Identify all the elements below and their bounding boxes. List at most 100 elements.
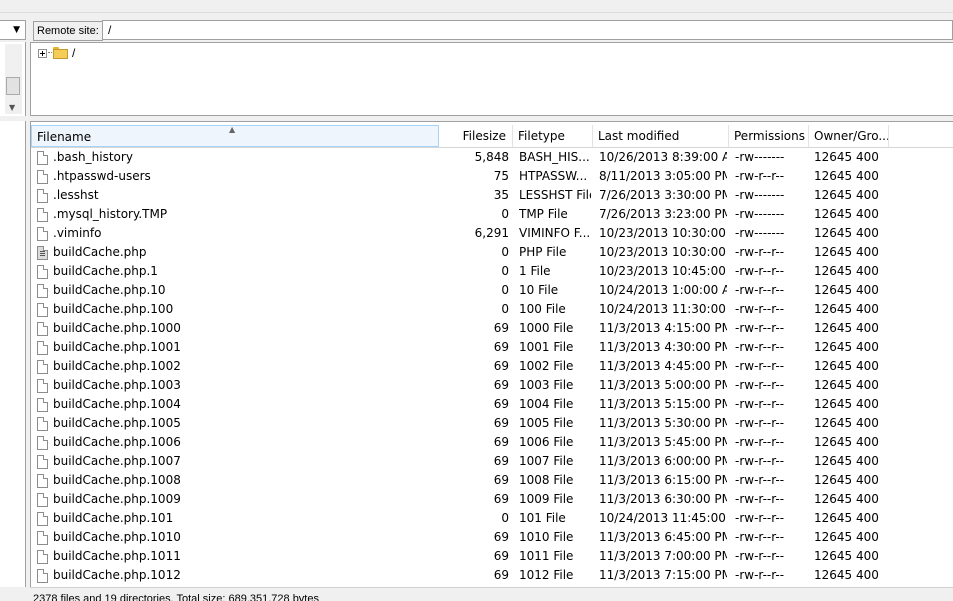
file-name-cell: buildCache.php.1007 <box>37 452 437 471</box>
file-name-cell: buildCache.php.10 <box>37 281 437 300</box>
file-name-cell: .htpasswd-users <box>37 167 437 186</box>
file-permissions: -rw-r--r-- <box>735 416 785 430</box>
tree-node-root[interactable]: / <box>38 45 75 61</box>
file-permissions: -rw-r--r-- <box>735 397 785 411</box>
file-permissions: -rw-r--r-- <box>735 264 785 278</box>
file-name: .lesshst <box>53 188 99 202</box>
file-modified: 11/3/2013 4:15:00 PM <box>599 321 727 335</box>
file-type: LESSHST File <box>519 188 591 202</box>
file-size: 6,291 <box>474 226 509 240</box>
file-size: 69 <box>493 454 509 468</box>
file-owner-group: 12645 400 <box>814 549 879 563</box>
file-permissions: -rw-r--r-- <box>735 378 785 392</box>
file-row[interactable]: buildCache.php.1001 69 1001 File 11/3/2013 … <box>31 338 953 357</box>
local-tree-scrollbar[interactable]: ▼ <box>5 44 22 114</box>
file-row[interactable]: .lesshst 35 LESSHST File 7/26/2013 3:30:00 … <box>31 186 953 205</box>
file-owner-group: 12645 400 <box>814 283 879 297</box>
file-permissions: -rw-r--r-- <box>735 473 785 487</box>
column-header-filesize[interactable]: Filesize <box>439 125 513 147</box>
file-modified: 10/26/2013 8:39:00 AM <box>599 150 727 164</box>
file-permissions: -rw-r--r-- <box>735 302 785 316</box>
file-icon <box>37 435 48 450</box>
file-row[interactable]: buildCache.php 0 PHP File 10/23/2013 10:30:… <box>31 243 953 262</box>
file-size: 5,848 <box>474 150 509 164</box>
file-row[interactable]: buildCache.php.1004 69 1004 File 11/3/2013 … <box>31 395 953 414</box>
chevron-down-icon[interactable]: ▼ <box>13 26 20 35</box>
file-icon <box>37 226 48 241</box>
file-owner-group: 12645 400 <box>814 530 879 544</box>
folder-icon <box>53 47 68 59</box>
file-row[interactable]: buildCache.php.1 0 1 File 10/23/2013 10:45:… <box>31 262 953 281</box>
tree-expand-icon[interactable] <box>38 48 47 58</box>
file-icon <box>37 264 48 279</box>
file-modified: 10/24/2013 11:30:00 P... <box>599 302 727 316</box>
file-row[interactable]: .htpasswd-users 75 HTPASSW... 8/11/2013 3:0… <box>31 167 953 186</box>
file-type: 1005 File <box>519 416 574 430</box>
file-row[interactable]: buildCache.php.1007 69 1007 File 11/3/2013 … <box>31 452 953 471</box>
file-type: BASH_HIS... <box>519 150 590 164</box>
column-header-filename[interactable]: ▲ Filename <box>31 125 439 147</box>
remote-path-input[interactable]: / <box>102 20 953 40</box>
file-type: 1000 File <box>519 321 574 335</box>
file-type: 1007 File <box>519 454 574 468</box>
file-name: buildCache.php.100 <box>53 302 174 316</box>
file-row[interactable]: buildCache.php.1003 69 1003 File 11/3/2013 … <box>31 376 953 395</box>
file-row[interactable]: .viminfo 6,291 VIMINFO F... 10/23/2013 10:3… <box>31 224 953 243</box>
column-header-filetype[interactable]: Filetype <box>513 125 593 147</box>
file-owner-group: 12645 400 <box>814 226 879 240</box>
column-header-permissions[interactable]: Permissions <box>729 125 809 147</box>
file-permissions: -rw-r--r-- <box>735 283 785 297</box>
file-type: 1001 File <box>519 340 574 354</box>
file-row[interactable]: buildCache.php.10 0 10 File 10/24/2013 1:00… <box>31 281 953 300</box>
php-file-icon <box>37 245 48 260</box>
file-type: 101 File <box>519 511 566 525</box>
file-icon <box>37 188 48 203</box>
file-row[interactable]: buildCache.php.1011 69 1011 File 11/3/2013 … <box>31 547 953 566</box>
file-row[interactable]: .mysql_history.TMP 0 TMP File 7/26/2013 3:2… <box>31 205 953 224</box>
column-header-last-modified[interactable]: Last modified <box>593 125 729 147</box>
file-type: TMP File <box>519 207 568 221</box>
scrollbar-thumb[interactable] <box>6 77 20 95</box>
file-name-cell: buildCache.php.100 <box>37 300 437 319</box>
remote-site-label: Remote site: <box>33 21 103 41</box>
file-row[interactable]: buildCache.php.1006 69 1006 File 11/3/2013 … <box>31 433 953 452</box>
scroll-down-arrow-icon[interactable]: ▼ <box>9 103 15 112</box>
file-name-cell: buildCache.php.1002 <box>37 357 437 376</box>
file-type: 1002 File <box>519 359 574 373</box>
file-row[interactable]: buildCache.php.101 0 101 File 10/24/2013 11… <box>31 509 953 528</box>
file-modified: 11/3/2013 5:00:00 PM <box>599 378 727 392</box>
file-name-cell: buildCache.php.1001 <box>37 338 437 357</box>
file-permissions: -rw-r--r-- <box>735 568 785 582</box>
file-owner-group: 12645 400 <box>814 492 879 506</box>
file-row[interactable]: buildCache.php.1000 69 1000 File 11/3/2013 … <box>31 319 953 338</box>
file-row[interactable]: buildCache.php.1010 69 1010 File 11/3/2013 … <box>31 528 953 547</box>
file-row[interactable]: buildCache.php.1012 69 1012 File 11/3/2013 … <box>31 566 953 585</box>
local-site-combo[interactable]: ▼ <box>0 20 26 40</box>
file-icon <box>37 549 48 564</box>
file-icon <box>37 492 48 507</box>
column-header-owner-group[interactable]: Owner/Gro... <box>809 125 889 147</box>
file-size: 0 <box>501 302 509 316</box>
file-type: 1008 File <box>519 473 574 487</box>
file-size: 69 <box>493 530 509 544</box>
file-name: .viminfo <box>53 226 102 240</box>
local-file-list <box>0 121 26 587</box>
file-row[interactable]: buildCache.php.1008 69 1008 File 11/3/2013 … <box>31 471 953 490</box>
file-permissions: -rw-r--r-- <box>735 169 785 183</box>
file-permissions: -rw------- <box>735 207 785 221</box>
file-icon <box>37 568 48 583</box>
column-header-label: Last modified <box>598 129 680 143</box>
file-row[interactable]: buildCache.php.1009 69 1009 File 11/3/2013 … <box>31 490 953 509</box>
file-modified: 11/3/2013 6:30:00 PM <box>599 492 727 506</box>
file-row[interactable]: .bash_history 5,848 BASH_HIS... 10/26/2013 … <box>31 148 953 167</box>
column-header-label: Filename <box>37 130 92 144</box>
file-row[interactable]: buildCache.php.1002 69 1002 File 11/3/2013 … <box>31 357 953 376</box>
file-size: 69 <box>493 549 509 563</box>
file-icon <box>37 511 48 526</box>
file-row[interactable]: buildCache.php.1005 69 1005 File 11/3/2013 … <box>31 414 953 433</box>
file-name-cell: buildCache.php.1008 <box>37 471 437 490</box>
file-name: buildCache.php.1010 <box>53 530 181 544</box>
file-size: 75 <box>493 169 509 183</box>
file-row[interactable]: buildCache.php.100 0 100 File 10/24/2013 11… <box>31 300 953 319</box>
file-modified: 11/3/2013 6:15:00 PM <box>599 473 727 487</box>
